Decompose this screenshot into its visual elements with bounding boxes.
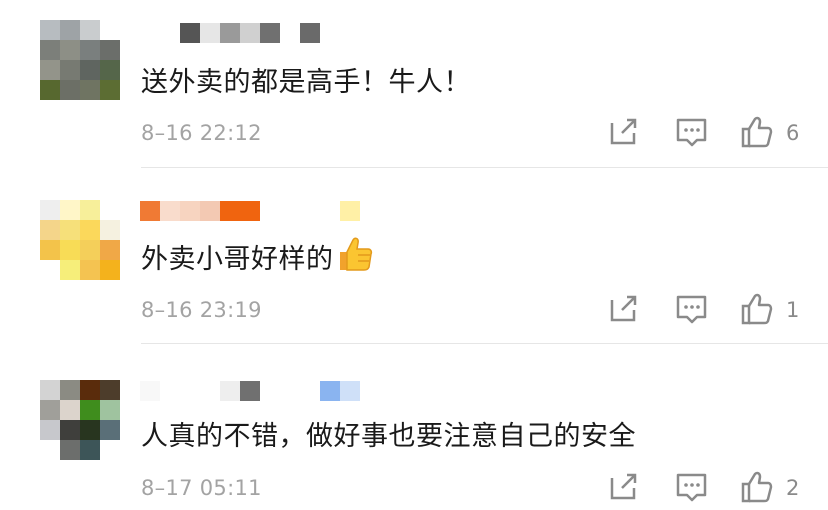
share-icon[interactable]: [608, 292, 648, 332]
comment-actions: 1: [600, 292, 820, 332]
comment-text: 送外卖的都是高手！牛人！: [141, 67, 471, 98]
comment-text: 人真的不错，做好事也要注意自己的安全: [141, 421, 636, 452]
thumbs-up-emoji: [336, 236, 374, 279]
comment-actions: 6: [600, 115, 820, 155]
avatar[interactable]: [40, 200, 120, 280]
like-count: 2: [786, 476, 800, 500]
comment-actions: 2: [600, 470, 820, 510]
comment-icon[interactable]: [675, 115, 715, 155]
comment-time: 8–17 05:11: [141, 476, 262, 500]
like-count: 6: [786, 121, 800, 145]
comment-text: 外卖小哥好样的: [141, 236, 374, 279]
comment-time: 8–16 22:12: [141, 121, 262, 145]
thumbs-up-icon[interactable]: [740, 470, 780, 510]
like-count: 1: [786, 298, 800, 322]
comment-item: 送外卖的都是高手！牛人！ 8–16 22:12 6: [0, 0, 828, 168]
comment-item: 外卖小哥好样的 8–16 23:19 1: [0, 168, 828, 344]
comment-time: 8–16 23:19: [141, 298, 262, 322]
share-icon[interactable]: [608, 115, 648, 155]
username-masked[interactable]: [140, 380, 360, 402]
thumbs-up-icon[interactable]: [740, 115, 780, 155]
comment-icon[interactable]: [675, 292, 715, 332]
share-icon[interactable]: [608, 470, 648, 510]
comment-icon[interactable]: [675, 470, 715, 510]
comment-text-content: 外卖小哥好样的: [141, 244, 334, 275]
thumbs-up-icon[interactable]: [740, 292, 780, 332]
username-masked[interactable]: [140, 22, 320, 44]
username-masked[interactable]: [140, 200, 360, 222]
avatar[interactable]: [40, 20, 120, 100]
avatar[interactable]: [40, 380, 120, 460]
comment-item: 人真的不错，做好事也要注意自己的安全 8–17 05:11 2: [0, 344, 828, 509]
